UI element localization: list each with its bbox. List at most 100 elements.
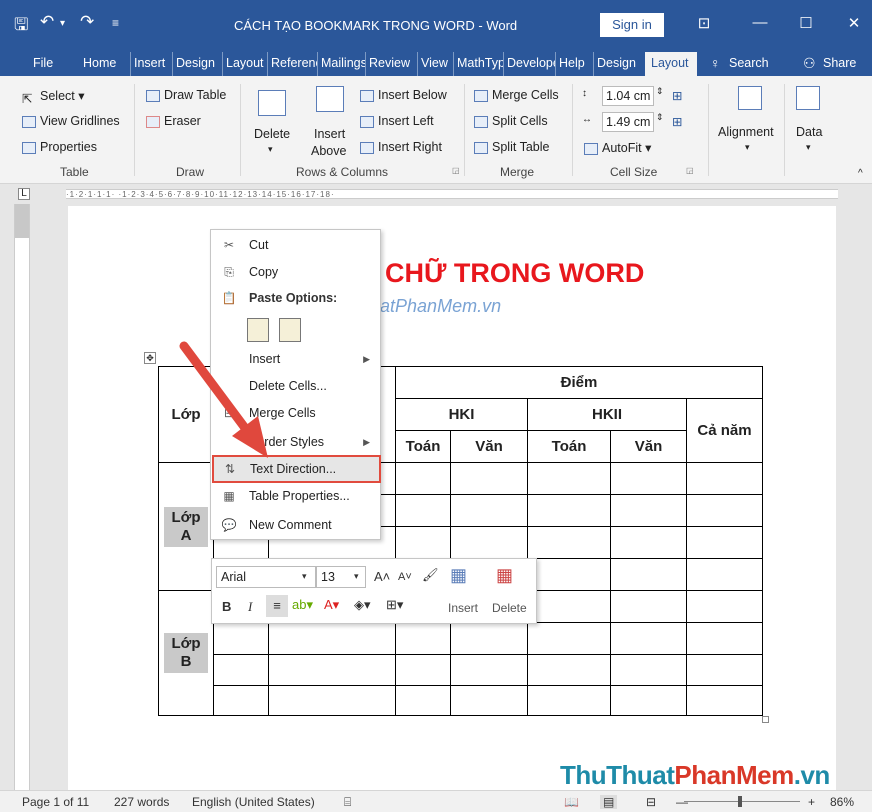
- table-move-handle-icon[interactable]: ✥: [144, 352, 156, 364]
- table-cell[interactable]: [450, 685, 528, 716]
- highlight-color-icon[interactable]: ab▾: [292, 597, 313, 613]
- font-name-field[interactable]: Arial: [216, 566, 316, 588]
- table-cell[interactable]: [268, 622, 396, 655]
- zoom-in-icon[interactable]: +: [808, 795, 815, 809]
- ruler-track[interactable]: ·1·2·1·1·1· ·1·2·3·4·5·6·7·8·9·10·11·12·…: [66, 189, 838, 199]
- customize-qat-icon[interactable]: ≡: [112, 16, 119, 30]
- column-width-field[interactable]: 1.49 cm: [602, 112, 654, 132]
- language-indicator[interactable]: English (United States): [192, 795, 315, 809]
- table-cell[interactable]: [527, 558, 611, 591]
- menu-item-new-comment[interactable]: 💬 New Comment: [211, 513, 380, 537]
- table-cell[interactable]: [610, 654, 687, 686]
- close-icon[interactable]: ✕: [842, 14, 866, 32]
- table-cell[interactable]: [686, 526, 763, 559]
- table-resize-handle[interactable]: [762, 716, 769, 723]
- table-cell[interactable]: [686, 558, 763, 591]
- borders-icon[interactable]: ⊞▾: [386, 597, 403, 613]
- alignment-dropdown-icon[interactable]: ▾: [745, 142, 750, 153]
- read-mode-icon[interactable]: 📖: [564, 795, 579, 809]
- split-table-button[interactable]: Split Table: [474, 140, 549, 154]
- table-cell[interactable]: Toán: [395, 430, 451, 463]
- minimize-icon[interactable]: —: [748, 14, 772, 31]
- table-cell[interactable]: [213, 622, 269, 655]
- tab-mailings[interactable]: Mailings: [317, 52, 365, 76]
- tab-layout[interactable]: Layout: [222, 52, 267, 76]
- tab-view[interactable]: View: [417, 52, 453, 76]
- zoom-level[interactable]: 86%: [830, 795, 854, 809]
- table-cell[interactable]: Điểm: [395, 366, 763, 399]
- table-cell[interactable]: Văn: [450, 430, 528, 463]
- share-icon[interactable]: ⚇: [800, 52, 818, 76]
- zoom-slider[interactable]: [684, 801, 800, 802]
- table-cell[interactable]: [686, 590, 763, 623]
- tab-design[interactable]: Design: [172, 52, 222, 76]
- table-cell[interactable]: [527, 622, 611, 655]
- shading-icon[interactable]: ◈▾: [354, 597, 371, 613]
- grow-font-icon[interactable]: A˄: [374, 569, 390, 584]
- tab-review[interactable]: Review: [365, 52, 417, 76]
- table-cell[interactable]: Cả năm: [686, 398, 763, 463]
- row-height-field[interactable]: 1.04 cm: [602, 86, 654, 106]
- split-cells-button[interactable]: Split Cells: [474, 114, 548, 128]
- tab-file[interactable]: File: [30, 52, 62, 76]
- insert-right-button[interactable]: Insert Right: [360, 140, 442, 154]
- autofit-button[interactable]: AutoFit ▾: [584, 140, 651, 155]
- shrink-font-icon[interactable]: A˅: [398, 571, 412, 583]
- table-cell[interactable]: [610, 590, 687, 623]
- table-cell[interactable]: [450, 462, 528, 495]
- table-cell[interactable]: [268, 654, 396, 686]
- cell-size-launcher-icon[interactable]: ◲: [686, 166, 694, 175]
- bold-button[interactable]: B: [222, 599, 231, 614]
- table-cell[interactable]: [527, 685, 611, 716]
- mini-insert-button[interactable]: Insert: [448, 601, 478, 615]
- zoom-out-icon[interactable]: —: [676, 795, 688, 809]
- zoom-slider-thumb[interactable]: [738, 796, 742, 807]
- center-align-icon[interactable]: ≡: [266, 595, 288, 617]
- table-cell[interactable]: [610, 558, 687, 591]
- table-cell[interactable]: [527, 462, 611, 495]
- delete-dropdown-icon[interactable]: ▾: [268, 144, 273, 155]
- table-cell[interactable]: [610, 462, 687, 495]
- table-cell[interactable]: [610, 526, 687, 559]
- print-layout-icon[interactable]: ▤: [600, 795, 618, 809]
- table-cell[interactable]: [686, 494, 763, 527]
- table-cell[interactable]: [395, 462, 451, 495]
- distribute-columns-icon[interactable]: ⊞: [672, 114, 682, 129]
- table-cell[interactable]: [395, 622, 451, 655]
- tab-selector-icon[interactable]: L: [18, 188, 30, 200]
- view-gridlines-button[interactable]: View Gridlines: [22, 114, 120, 128]
- delete-table-icon[interactable]: ▦: [496, 565, 513, 586]
- format-painter-icon[interactable]: 🖌: [422, 567, 439, 583]
- table-cell[interactable]: [610, 494, 687, 527]
- table-cell[interactable]: Lớp B: [158, 590, 214, 716]
- table-cell[interactable]: [686, 622, 763, 655]
- collapse-ribbon-icon[interactable]: ^: [858, 168, 863, 179]
- font-name-dropdown-icon[interactable]: ▾: [302, 571, 307, 582]
- ribbon-display-icon[interactable]: ⊡: [692, 14, 716, 32]
- alignment-button[interactable]: Alignment: [718, 125, 774, 139]
- menu-item-copy[interactable]: ⎘ Copy: [211, 260, 380, 284]
- insert-left-button[interactable]: Insert Left: [360, 114, 434, 128]
- merge-cells-button[interactable]: Merge Cells: [474, 88, 559, 102]
- sign-in-button[interactable]: Sign in: [600, 13, 664, 37]
- tab-table-layout[interactable]: Layout: [645, 52, 697, 77]
- tab-home[interactable]: Home: [80, 52, 130, 76]
- tab-insert[interactable]: Insert: [130, 52, 172, 76]
- table-cell[interactable]: Văn: [610, 430, 687, 463]
- undo-dropdown-icon[interactable]: ▾: [60, 18, 65, 29]
- save-icon[interactable]: 🖫: [14, 12, 28, 41]
- tab-developer[interactable]: Developer: [503, 52, 555, 76]
- table-cell[interactable]: HKII: [527, 398, 687, 431]
- table-cell[interactable]: [527, 654, 611, 686]
- data-dropdown-icon[interactable]: ▾: [806, 142, 811, 153]
- table-cell[interactable]: [395, 526, 451, 559]
- share-button[interactable]: Share: [820, 52, 860, 76]
- insert-table-icon[interactable]: ▦: [450, 565, 467, 586]
- table-cell[interactable]: [395, 685, 451, 716]
- table-cell[interactable]: [395, 494, 451, 527]
- table-cell[interactable]: [450, 622, 528, 655]
- maximize-icon[interactable]: ☐: [794, 14, 818, 32]
- lightbulb-icon[interactable]: ♀: [707, 52, 727, 76]
- redo-icon[interactable]: ↷: [80, 12, 94, 32]
- table-cell[interactable]: [450, 654, 528, 686]
